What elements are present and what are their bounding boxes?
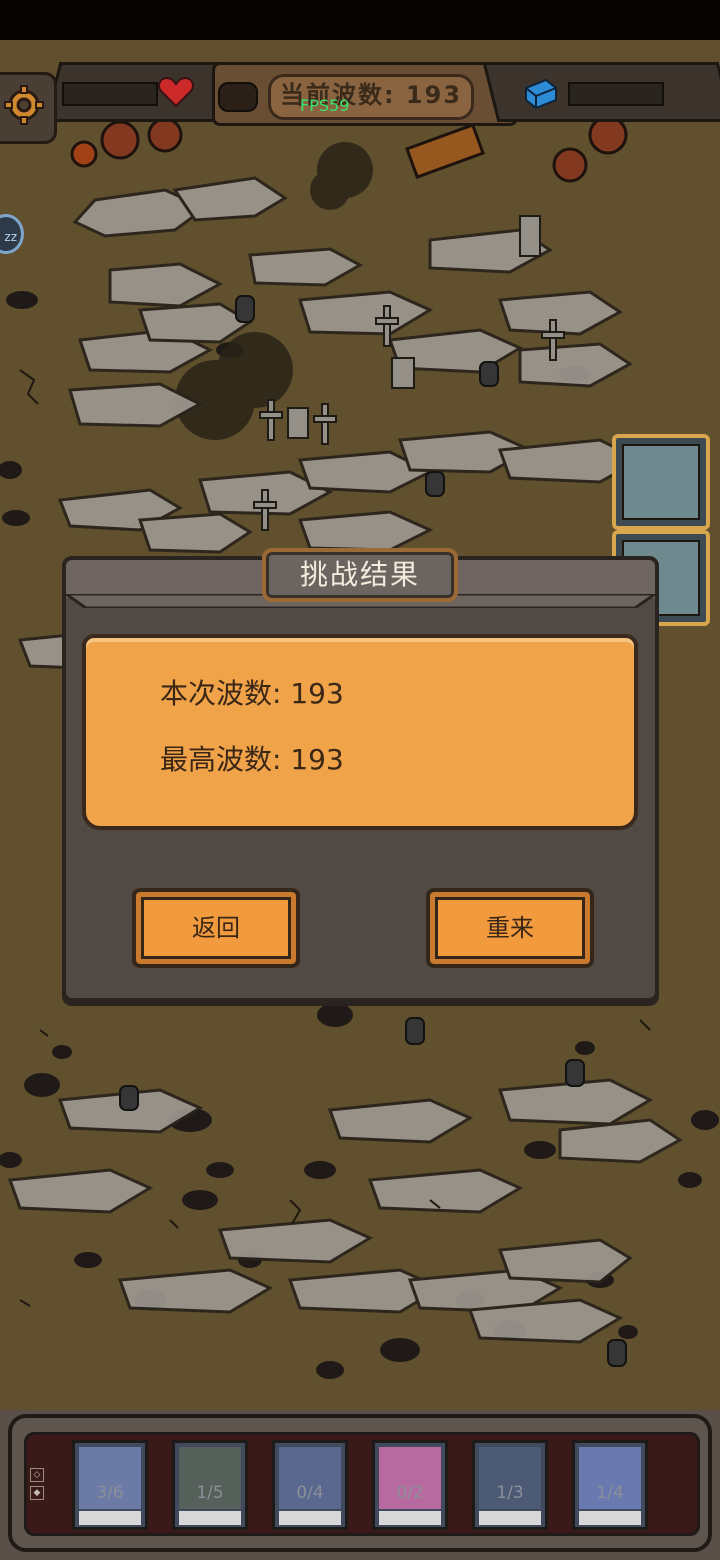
unit-count: 1/3 <box>496 1483 524 1503</box>
unit-card[interactable]: 0/2 <box>372 1440 448 1530</box>
current-wave-stat: 本次波数: 193 <box>160 677 344 710</box>
gem-bar <box>568 82 664 106</box>
skill-slot[interactable] <box>612 434 710 530</box>
unit-card[interactable]: 1/3 <box>472 1440 548 1530</box>
heart-icon <box>158 76 194 108</box>
unit-traits <box>479 1511 541 1525</box>
sort-icon[interactable]: ◆ <box>30 1486 44 1500</box>
unit-traits <box>79 1511 141 1525</box>
settings-button[interactable] <box>0 72 57 144</box>
unit-card[interactable]: 0/4 <box>272 1440 348 1530</box>
unit-count: 0/2 <box>396 1483 424 1503</box>
filter-icon[interactable]: ◇ <box>30 1468 44 1482</box>
top-strip <box>0 0 720 40</box>
gem-icon <box>525 78 557 110</box>
game-screen: 当前波数: 193 FPS59 zz 挑战结果 本次波数: 193 最高波数: … <box>0 0 720 1560</box>
gear-icon <box>4 85 44 125</box>
unit-traits <box>179 1511 241 1525</box>
unit-traits <box>379 1511 441 1525</box>
unit-count: 0/4 <box>296 1483 324 1503</box>
unit-card[interactable]: 1/5 <box>172 1440 248 1530</box>
back-button[interactable]: 返回 <box>132 888 300 968</box>
unit-card[interactable]: 3/6 <box>72 1440 148 1530</box>
claw-skill-icon <box>622 444 700 520</box>
unit-count: 1/4 <box>596 1483 624 1503</box>
hp-bar <box>62 82 158 106</box>
unit-traits <box>279 1511 341 1525</box>
dialog-title: 挑战结果 <box>299 558 420 591</box>
unit-count: 3/6 <box>96 1483 124 1503</box>
best-wave-stat: 最高波数: 193 <box>160 743 344 776</box>
fps-counter: FPS59 <box>300 96 350 115</box>
wave-panel-cap <box>218 82 258 112</box>
unit-count: 1/5 <box>196 1483 224 1503</box>
retry-button[interactable]: 重来 <box>426 888 594 968</box>
unit-card[interactable]: 1/4 <box>572 1440 648 1530</box>
unit-traits <box>579 1511 641 1525</box>
result-card <box>82 634 638 830</box>
